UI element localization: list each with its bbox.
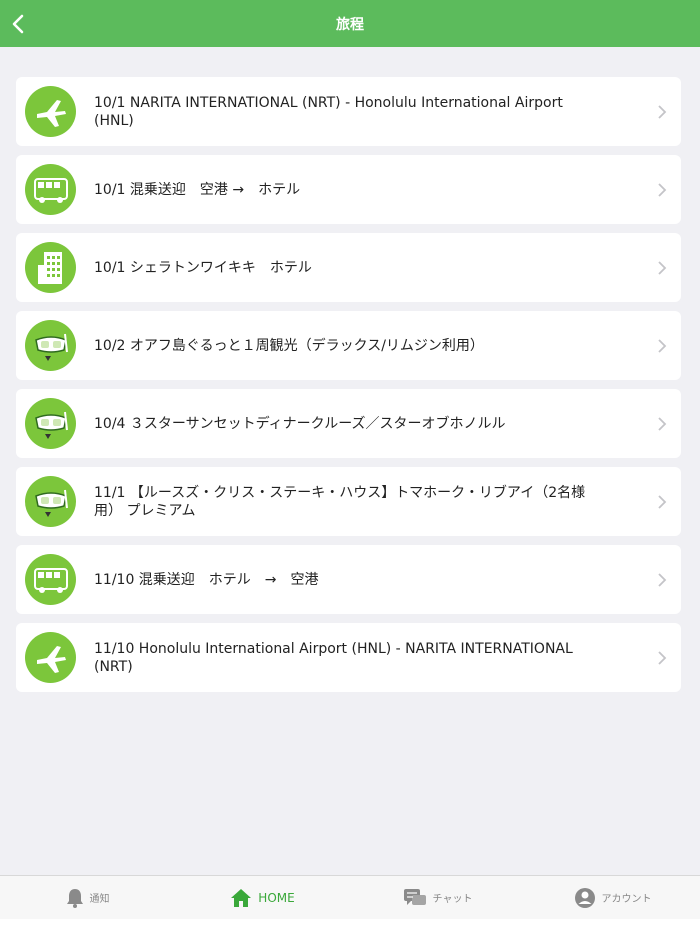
chevron-right-icon	[658, 651, 667, 665]
tab-label: HOME	[258, 890, 295, 905]
bus-icon	[25, 164, 76, 215]
tab-label: 通知	[89, 894, 110, 905]
tab-bar: 通知 HOME チャット アカウント	[0, 875, 700, 919]
page-title: 旅程	[336, 16, 364, 33]
bell-icon	[66, 888, 83, 908]
home-indicator-area	[0, 919, 700, 934]
snorkel-mask-icon	[25, 320, 76, 371]
tab-label: チャット	[432, 894, 473, 905]
snorkel-mask-icon	[25, 476, 76, 527]
chat-icon	[403, 888, 426, 905]
tab-home[interactable]: HOME	[175, 888, 350, 908]
home-icon	[231, 888, 252, 907]
itinerary-label: 10/1 シェラトンワイキキ ホテル	[94, 259, 312, 276]
header-bar: 旅程	[0, 0, 700, 47]
itinerary-item[interactable]: 11/10 Honolulu International Airport (HN…	[16, 623, 681, 692]
itinerary-label: 10/2 オアフ島ぐるっと１周観光（デラックス/リムジン利用）	[94, 337, 484, 354]
itinerary-item[interactable]: 10/1 シェラトンワイキキ ホテル	[16, 233, 681, 302]
airplane-icon	[25, 86, 76, 137]
chevron-right-icon	[658, 495, 667, 509]
itinerary-label: 10/1 NARITA INTERNATIONAL (NRT) - Honolu…	[94, 94, 563, 129]
itinerary-item[interactable]: 10/1 NARITA INTERNATIONAL (NRT) - Honolu…	[16, 77, 681, 146]
tab-account[interactable]: アカウント	[525, 887, 700, 909]
itinerary-item[interactable]: 10/1 混乗送迎 空港 → ホテル	[16, 155, 681, 224]
itinerary-item[interactable]: 10/2 オアフ島ぐるっと１周観光（デラックス/リムジン利用）	[16, 311, 681, 380]
airplane-icon	[25, 632, 76, 683]
bus-icon	[25, 554, 76, 605]
chevron-right-icon	[658, 573, 667, 587]
itinerary-label: 10/4 ３スターサンセットディナークルーズ／スターオブホノルル	[94, 415, 506, 432]
itinerary-list: 10/1 NARITA INTERNATIONAL (NRT) - Honolu…	[16, 77, 681, 701]
account-icon	[574, 887, 595, 908]
chevron-right-icon	[658, 417, 667, 431]
itinerary-item[interactable]: 11/1 【ルースズ・クリス・ステーキ・ハウス】トマホーク・リブアイ（2名様用）…	[16, 467, 681, 536]
tab-notifications[interactable]: 通知	[0, 888, 175, 908]
itinerary-label: 10/1 混乗送迎 空港 → ホテル	[94, 181, 301, 198]
tab-chat[interactable]: チャット	[350, 888, 525, 908]
itinerary-item[interactable]: 10/4 ３スターサンセットディナークルーズ／スターオブホノルル	[16, 389, 681, 458]
hotel-icon	[25, 242, 76, 293]
chevron-right-icon	[658, 183, 667, 197]
chevron-left-icon	[12, 14, 24, 34]
snorkel-mask-icon	[25, 398, 76, 449]
itinerary-item[interactable]: 11/10 混乗送迎 ホテル → 空港	[16, 545, 681, 614]
back-button[interactable]	[6, 10, 30, 38]
itinerary-label: 11/1 【ルースズ・クリス・ステーキ・ハウス】トマホーク・リブアイ（2名様用）…	[94, 484, 586, 519]
tab-label: アカウント	[601, 894, 652, 905]
chevron-right-icon	[658, 261, 667, 275]
chevron-right-icon	[658, 339, 667, 353]
itinerary-label: 11/10 混乗送迎 ホテル → 空港	[94, 571, 319, 588]
itinerary-label: 11/10 Honolulu International Airport (HN…	[94, 640, 573, 675]
chevron-right-icon	[658, 105, 667, 119]
